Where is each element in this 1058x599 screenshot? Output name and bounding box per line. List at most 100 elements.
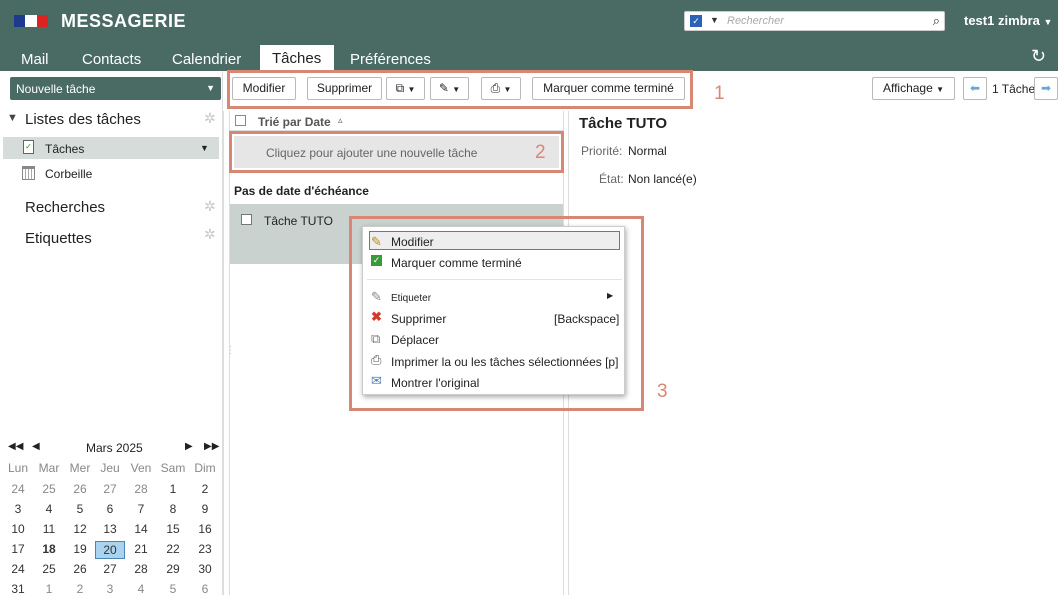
next-year-icon[interactable]: ▶▶: [204, 441, 219, 452]
calendar-day[interactable]: 27: [95, 561, 125, 579]
calendar-day[interactable]: 25: [34, 561, 64, 579]
calendar-day[interactable]: 24: [3, 481, 33, 499]
resize-handle[interactable]: ⋮: [225, 345, 235, 356]
search-box[interactable]: ✓ ▼ Rechercher ⌕: [684, 11, 945, 31]
gear-icon[interactable]: ✲: [204, 110, 216, 127]
calendar-day[interactable]: 28: [126, 561, 156, 579]
calendar-month[interactable]: Mars 2025: [86, 441, 143, 455]
calendar-day[interactable]: 17: [3, 541, 33, 559]
refresh-icon[interactable]: ↻: [1031, 46, 1046, 67]
calendar-day[interactable]: 3: [95, 581, 125, 599]
calendar-day[interactable]: 8: [158, 501, 188, 519]
task-title[interactable]: Tâche TUTO: [264, 214, 333, 228]
calendar-day[interactable]: 26: [65, 561, 95, 579]
calendar-day[interactable]: 14: [126, 521, 156, 539]
previous-page-icon[interactable]: ⬅: [963, 77, 987, 100]
tag-button[interactable]: ✎ ▼: [430, 77, 469, 100]
next-month-icon[interactable]: ▶: [185, 441, 193, 452]
new-task-label: Nouvelle tâche: [16, 82, 96, 96]
sort-arrow-icon[interactable]: ▵: [338, 115, 343, 126]
chevron-down-icon[interactable]: ▼: [206, 83, 215, 93]
calendar-day[interactable]: 13: [95, 521, 125, 539]
menu-edit-label[interactable]: Modifier: [391, 235, 434, 249]
menu-item-show-original[interactable]: Montrer l'original: [391, 376, 479, 390]
calendar-day[interactable]: 28: [126, 481, 156, 499]
previous-year-icon[interactable]: ◀◀: [8, 441, 23, 452]
menu-item-mark-done[interactable]: Marquer comme terminé: [391, 256, 522, 270]
mark-done-button[interactable]: Marquer comme terminé: [532, 77, 685, 100]
calendar-day[interactable]: 10: [3, 521, 33, 539]
calendar-day[interactable]: 5: [65, 501, 95, 519]
submenu-arrow-icon[interactable]: ▶: [607, 291, 613, 300]
print-button[interactable]: ⎙ ▼: [481, 77, 521, 100]
calendar-day[interactable]: 11: [34, 521, 64, 539]
sidebar-item-tasks[interactable]: [3, 137, 219, 159]
calendar-day[interactable]: 9: [190, 501, 220, 519]
edit-button[interactable]: Modifier: [232, 77, 296, 100]
calendar-day[interactable]: 2: [65, 581, 95, 599]
calendar-day[interactable]: 22: [158, 541, 188, 559]
select-all-checkbox[interactable]: [235, 115, 246, 126]
tab-preferences[interactable]: Préférences: [338, 50, 443, 71]
calendar-day[interactable]: 26: [65, 481, 95, 499]
user-menu[interactable]: test1 zimbra ▼: [964, 13, 1052, 28]
calendar-day[interactable]: 7: [126, 501, 156, 519]
calendar-day[interactable]: 20: [95, 541, 125, 559]
add-task-prompt[interactable]: Cliquez pour ajouter une nouvelle tâche: [266, 146, 477, 160]
search-input[interactable]: Rechercher: [727, 15, 784, 27]
calendar-day[interactable]: 6: [95, 501, 125, 519]
calendar-day[interactable]: 31: [3, 581, 33, 599]
calendar-day[interactable]: 23: [190, 541, 220, 559]
task-lists-header[interactable]: Listes des tâches: [25, 111, 141, 128]
new-task-button[interactable]: Nouvelle tâche ▼: [10, 77, 221, 100]
user-name[interactable]: test1 zimbra: [964, 13, 1040, 28]
gear-icon[interactable]: ✲: [204, 198, 216, 215]
calendar-day[interactable]: 4: [126, 581, 156, 599]
tab-contacts[interactable]: Contacts: [70, 50, 153, 71]
chevron-down-icon[interactable]: ▼: [200, 143, 209, 153]
calendar-day[interactable]: 2: [190, 481, 220, 499]
menu-item-delete[interactable]: Supprimer: [391, 312, 446, 326]
tags-header[interactable]: Etiquettes: [25, 230, 92, 247]
calendar-day[interactable]: 24: [3, 561, 33, 579]
gear-icon[interactable]: ✲: [204, 226, 216, 243]
calendar-day[interactable]: 27: [95, 481, 125, 499]
calendar-day[interactable]: 1: [158, 481, 188, 499]
calendar-day[interactable]: 6: [190, 581, 220, 599]
task-checkbox[interactable]: [241, 214, 252, 225]
calendar-day[interactable]: 5: [158, 581, 188, 599]
tab-tasks[interactable]: Tâches: [260, 45, 334, 71]
tab-calendar[interactable]: Calendrier: [160, 50, 253, 71]
chevron-down-icon[interactable]: ▼: [710, 15, 719, 25]
calendar-day[interactable]: 29: [158, 561, 188, 579]
priority-label: Priorité:: [581, 144, 623, 158]
chevron-down-icon[interactable]: ▼: [1044, 17, 1053, 27]
calendar-day[interactable]: 1: [34, 581, 64, 599]
collapse-arrow-icon[interactable]: ▼: [7, 112, 18, 124]
tab-mail[interactable]: Mail: [9, 50, 61, 71]
move-button[interactable]: ⧉ ▼: [386, 77, 425, 100]
calendar-day[interactable]: 12: [65, 521, 95, 539]
calendar-day[interactable]: 30: [190, 561, 220, 579]
calendar-day[interactable]: 25: [34, 481, 64, 499]
search-icon[interactable]: ⌕: [933, 13, 940, 29]
menu-item-print[interactable]: Imprimer la ou les tâches sélectionnées …: [391, 355, 618, 369]
delete-button[interactable]: Supprimer: [307, 77, 382, 100]
calendar-day[interactable]: 4: [34, 501, 64, 519]
calendar-day[interactable]: 18: [34, 541, 64, 559]
calendar-day[interactable]: 21: [126, 541, 156, 559]
searches-header[interactable]: Recherches: [25, 199, 105, 216]
calendar-day[interactable]: 16: [190, 521, 220, 539]
calendar-day[interactable]: 19: [65, 541, 95, 559]
chevron-down-icon: ▼: [503, 85, 512, 94]
sidebar-item-trash[interactable]: Corbeille: [45, 167, 92, 181]
menu-item-move[interactable]: Déplacer: [391, 333, 439, 347]
checkbox-icon[interactable]: ✓: [690, 15, 702, 27]
next-page-icon[interactable]: ➡: [1034, 77, 1058, 100]
calendar-day[interactable]: 3: [3, 501, 33, 519]
view-button[interactable]: Affichage ▼: [872, 77, 955, 100]
menu-item-tag[interactable]: Etiqueter: [391, 293, 431, 304]
sort-label[interactable]: Trié par Date: [258, 115, 331, 129]
previous-month-icon[interactable]: ◀: [32, 441, 40, 452]
calendar-day[interactable]: 15: [158, 521, 188, 539]
